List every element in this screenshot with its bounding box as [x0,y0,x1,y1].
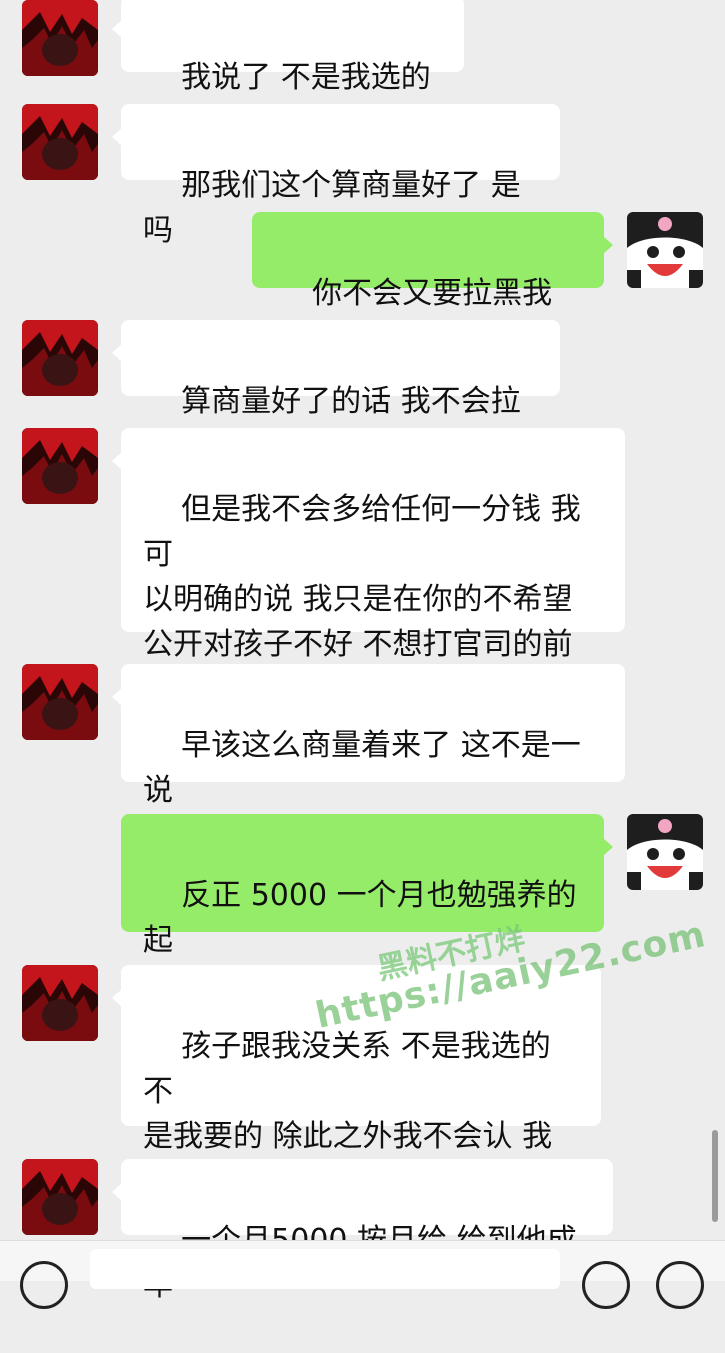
self-avatar[interactable] [627,212,703,288]
message-bubble[interactable]: 一个月5000 按月给 给到他成年 [112,1159,613,1303]
plus-icon[interactable] [656,1261,704,1309]
message-bubble[interactable]: 算商量好了的话 我不会拉黑 [112,320,560,464]
message-bubble-self[interactable]: 反正 5000 一个月也勉强养的起 了 [121,814,613,1003]
input-bar [0,1240,725,1309]
message-bubble[interactable]: 我说了 不是我选的他 [112,0,464,140]
contact-avatar[interactable] [22,664,98,740]
message-bubble[interactable]: 早该这么商量着来了 这不是一说 就好了吗 [112,664,625,853]
contact-avatar[interactable] [22,320,98,396]
voice-icon[interactable] [20,1261,68,1309]
contact-avatar[interactable] [22,965,98,1041]
message-bubble-self[interactable]: 你不会又要拉黑我吧? [252,212,613,356]
message-bubble[interactable]: 孩子跟我没关系 不是我选的 不 是我要的 除此之外我不会认 我 也不会额外出一分… [112,965,601,1199]
contact-avatar[interactable] [22,1159,98,1235]
contact-avatar[interactable] [22,104,98,180]
emoji-icon[interactable] [582,1261,630,1309]
message-bubble[interactable]: 那我们这个算商量好了 是吗 [112,104,560,248]
message-bubble[interactable]: 但是我不会多给任何一分钱 我可 以明确的说 我只是在你的不希望 公开对孩子不好 … [112,428,625,707]
scrollbar[interactable] [712,1130,718,1222]
self-avatar[interactable] [627,814,703,890]
contact-avatar[interactable] [22,428,98,504]
contact-avatar[interactable] [22,0,98,76]
message-input[interactable] [90,1249,560,1289]
